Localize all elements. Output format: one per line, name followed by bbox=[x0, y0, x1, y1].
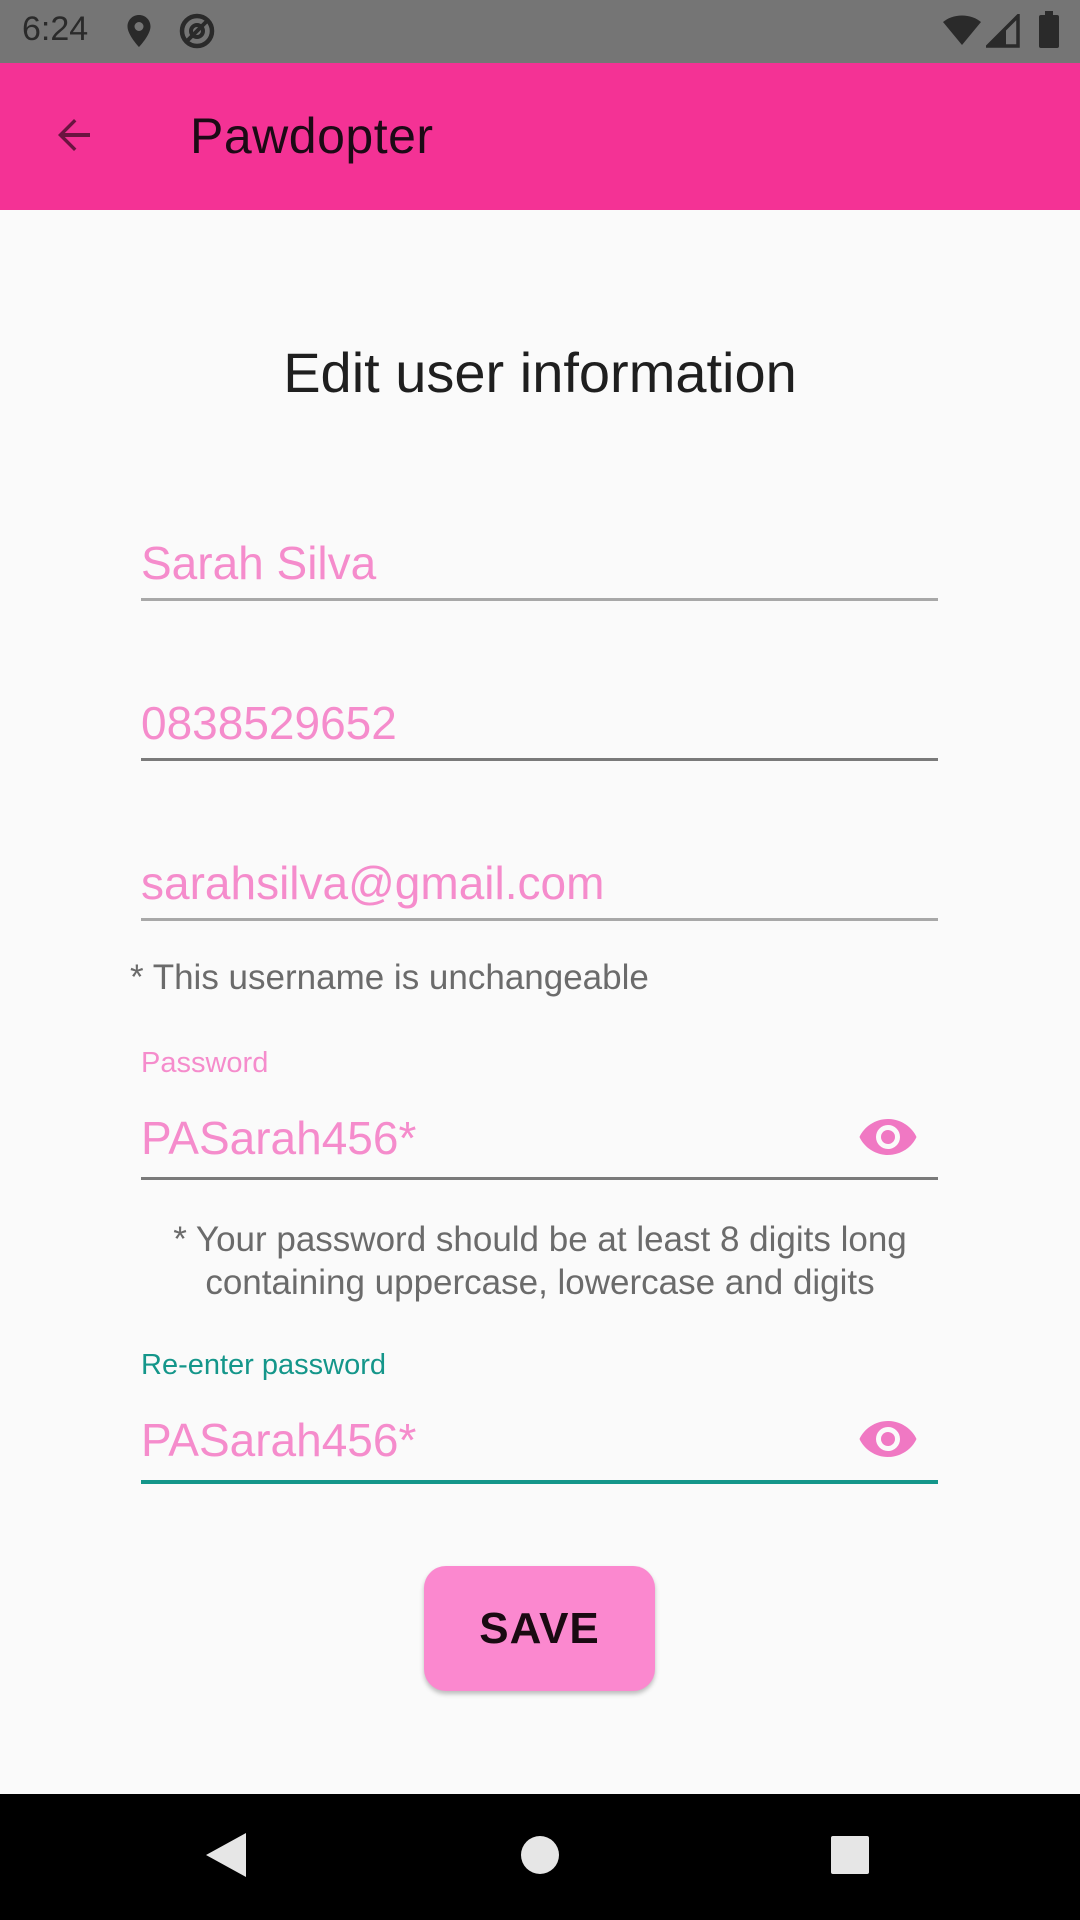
password-underline bbox=[141, 1177, 938, 1180]
reenter-password-label: Re-enter password bbox=[141, 1349, 386, 1381]
email-field[interactable]: sarahsilva@gmail.com bbox=[141, 850, 938, 922]
reenter-password-field[interactable]: Re-enter password PASarah456* bbox=[141, 1347, 938, 1485]
page-title: Edit user information bbox=[283, 341, 797, 404]
status-bar: 6:24 bbox=[0, 0, 1080, 63]
email-value: sarahsilva@gmail.com bbox=[141, 857, 605, 909]
phone-field[interactable]: 0838529652 bbox=[141, 690, 938, 762]
name-field[interactable]: Sarah Silva bbox=[141, 530, 938, 602]
password-label: Password bbox=[141, 1047, 269, 1079]
nav-recents-button[interactable] bbox=[820, 1827, 880, 1887]
eye-icon[interactable] bbox=[858, 1417, 918, 1466]
status-time: 6:24 bbox=[22, 10, 89, 48]
wifi-icon bbox=[942, 14, 982, 51]
password-note: * Your password should be at least 8 dig… bbox=[173, 1220, 907, 1302]
reenter-password-underline bbox=[141, 1480, 938, 1484]
password-field[interactable]: Password PASarah456* bbox=[141, 1045, 938, 1181]
arrow-back-icon bbox=[50, 111, 98, 164]
nav-back-button[interactable] bbox=[196, 1827, 256, 1887]
username-note: * This username is unchangeable bbox=[130, 958, 649, 997]
phone-value: 0838529652 bbox=[141, 697, 397, 749]
email-underline bbox=[141, 918, 938, 921]
name-underline bbox=[141, 598, 938, 601]
at-sign-icon bbox=[178, 12, 216, 55]
app-title: Pawdopter bbox=[190, 108, 434, 164]
recents-square-icon bbox=[829, 1834, 871, 1881]
nav-home-button[interactable] bbox=[510, 1827, 570, 1887]
navigation-bar bbox=[0, 1794, 1080, 1920]
home-circle-icon bbox=[518, 1833, 562, 1882]
phone-underline bbox=[141, 758, 938, 761]
signal-icon bbox=[983, 11, 1020, 53]
eye-icon[interactable] bbox=[858, 1115, 918, 1164]
back-triangle-icon bbox=[202, 1830, 250, 1885]
location-icon bbox=[126, 14, 152, 53]
name-value: Sarah Silva bbox=[141, 537, 377, 589]
battery-icon bbox=[1038, 11, 1060, 54]
password-value: PASarah456* bbox=[141, 1112, 417, 1164]
back-button[interactable] bbox=[38, 101, 110, 173]
app-bar: Pawdopter bbox=[0, 63, 1080, 210]
save-button[interactable]: SAVE bbox=[424, 1566, 655, 1691]
reenter-password-value: PASarah456* bbox=[141, 1414, 417, 1466]
